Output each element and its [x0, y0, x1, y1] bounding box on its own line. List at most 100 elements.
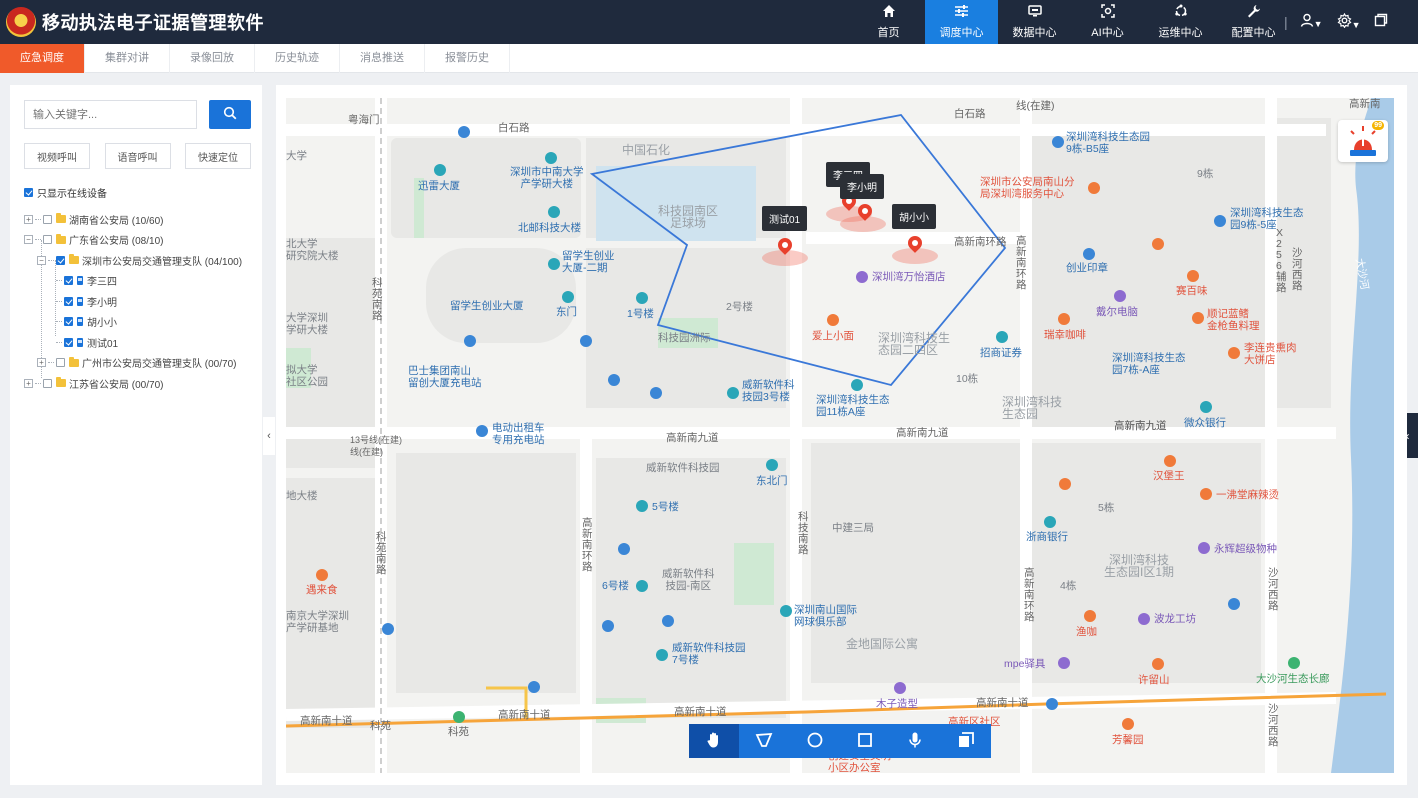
tree-node-guangzhou[interactable]: + 广州市公安局交通管理支队 (00/70)	[24, 353, 254, 374]
map-label-poi: 深圳南山国际 网球俱乐部	[794, 604, 857, 628]
user-menu[interactable]: ▼	[1300, 13, 1323, 31]
window-button[interactable]	[1374, 13, 1388, 31]
map-label-poi: 永辉超级物种	[1214, 543, 1277, 555]
parking-icon	[602, 620, 614, 632]
node-label: 广东省公安局 (08/10)	[69, 236, 164, 248]
tab-message-push[interactable]: 消息推送	[340, 44, 425, 73]
map-label-area: 深圳湾科技 生态园	[1002, 395, 1063, 421]
map-canvas[interactable]: 粤海门 白石路 白石路 线(在建) 高新南 深圳市中南大学 产学研大楼 迅雷大厦…	[286, 98, 1394, 773]
node-checkbox[interactable]	[56, 255, 65, 265]
nav-data[interactable]: 数据中心	[998, 0, 1071, 44]
map-label-road: 13号线(在建) 线(在建)	[350, 435, 403, 457]
online-only-toggle[interactable]: 只显示在线设备	[24, 185, 107, 200]
map-label-road: 高新南十道	[300, 715, 353, 727]
tab-cluster-talk[interactable]: 集群对讲	[85, 44, 170, 73]
map-label-poi: 东门	[556, 306, 577, 318]
park-icon	[1288, 657, 1300, 669]
device-checkbox[interactable]	[64, 296, 73, 306]
expand-icon[interactable]: +	[24, 214, 33, 224]
nav-config[interactable]: 配置中心	[1217, 0, 1290, 44]
settings-menu[interactable]: ▼	[1337, 12, 1360, 32]
map-label-road: 沙 河 西 路	[1292, 247, 1303, 292]
alarm-button[interactable]: 99	[1338, 120, 1388, 162]
device-icon	[77, 276, 83, 286]
layers-button[interactable]	[940, 724, 990, 758]
folder-icon	[69, 254, 79, 265]
tab-emergency-dispatch[interactable]: 应急调度	[0, 44, 85, 73]
map-label-road: 沙 河 西 路	[1268, 567, 1279, 612]
tree-node-shenzhen[interactable]: − 深圳市公安局交通管理支队 (04/100)	[24, 250, 254, 271]
tree-device[interactable]: 李小明	[24, 291, 254, 312]
cafe-icon	[1084, 610, 1096, 622]
expand-icon[interactable]: +	[24, 378, 33, 388]
map-label-poi: 电动出租车 专用充电站	[492, 422, 545, 446]
nav-dispatch[interactable]: 调度中心	[925, 0, 998, 44]
tree-node-guangdong[interactable]: − 广东省公安局 (08/10)	[24, 230, 254, 251]
sub-tabs: 应急调度 集群对讲 录像回放 历史轨迹 消息推送 报警历史	[0, 44, 1418, 73]
search-input[interactable]	[24, 100, 197, 129]
nav-dispatch-label: 调度中心	[939, 27, 984, 39]
collapse-panel-button[interactable]: ‹	[263, 417, 275, 455]
tree-connector	[56, 280, 62, 282]
search-button[interactable]	[209, 100, 251, 129]
pan-tool-button[interactable]	[689, 724, 740, 758]
tab-history-track[interactable]: 历史轨迹	[255, 44, 340, 73]
node-checkbox[interactable]	[56, 358, 65, 368]
quick-locate-button[interactable]: 快速定位	[185, 143, 251, 169]
node-checkbox[interactable]	[43, 214, 52, 224]
expand-icon[interactable]: +	[37, 358, 46, 368]
nav-ai[interactable]: AI中心	[1071, 0, 1144, 44]
map-label-poi: 留学生创业 大厦-二期	[562, 250, 615, 274]
map-label-poi: 拟大学 社区公园	[286, 364, 328, 388]
collapse-icon[interactable]: −	[24, 235, 33, 245]
tab-alarm-history[interactable]: 报警历史	[425, 44, 510, 73]
tree-device[interactable]: 胡小小	[24, 312, 254, 333]
nav-config-label: 配置中心	[1231, 27, 1276, 39]
tree-connector	[35, 218, 41, 220]
voice-call-button[interactable]: 语音呼叫	[104, 143, 171, 169]
circle-tool-button[interactable]	[790, 724, 840, 758]
map-label-poi: 深圳湾科技生态 园11栋A座	[816, 394, 890, 418]
map-label-poi: 瑞幸咖啡	[1044, 329, 1086, 341]
video-call-button[interactable]: 视频呼叫	[24, 143, 90, 169]
map-label-poi: 深圳市公安局南山分 局深圳湾服务中心	[980, 176, 1075, 200]
tree-node-jiangsu[interactable]: + 江苏省公安局 (00/70)	[24, 373, 254, 394]
map-label-poi: 5号楼	[652, 501, 679, 513]
tree-device[interactable]: 测试01	[24, 332, 254, 353]
map-label-poi: mpe驿具	[1004, 658, 1046, 670]
map-label-poi: 赛百味	[1176, 285, 1208, 297]
nav-ops[interactable]: 运维中心	[1144, 0, 1217, 44]
rectangle-tool-button[interactable]	[840, 724, 890, 758]
metro-icon	[528, 681, 540, 693]
node-label: 广州市公安局交通管理支队 (00/70)	[82, 359, 237, 371]
polygon-tool-button[interactable]	[739, 724, 789, 758]
collapse-icon[interactable]: −	[37, 255, 46, 265]
device-checkbox[interactable]	[64, 337, 73, 347]
device-icon	[77, 296, 83, 306]
node-checkbox[interactable]	[43, 235, 52, 245]
device-checkbox[interactable]	[64, 317, 73, 327]
map-label-poi: 南京大学深圳 产学研基地	[286, 610, 349, 634]
device-marker-label[interactable]: 测试01	[762, 206, 808, 231]
tree-node-hunan[interactable]: + 湖南省公安局 (10/60)	[24, 209, 254, 230]
nav-ai-label: AI中心	[1091, 27, 1124, 39]
gear-icon	[1337, 12, 1352, 32]
tree-connector	[48, 259, 54, 261]
map-label-area: 金地国际公寓	[846, 637, 919, 651]
tree-device[interactable]: 李三四	[24, 271, 254, 292]
bus-stop-icon	[382, 623, 394, 635]
map-label-road: 高 新 南 环 路	[582, 517, 593, 573]
nav-home[interactable]: 首页	[852, 0, 925, 44]
intercom-button[interactable]	[890, 724, 940, 758]
tab-video-playback[interactable]: 录像回放	[170, 44, 255, 73]
bank-icon	[1044, 516, 1056, 528]
node-checkbox[interactable]	[43, 378, 52, 388]
building-icon	[766, 459, 778, 471]
window-icon	[1374, 13, 1388, 31]
folder-icon	[56, 213, 66, 224]
device-marker-label[interactable]: 胡小小	[892, 204, 936, 229]
device-checkbox[interactable]	[64, 276, 73, 286]
device-marker-label[interactable]: 李小明	[840, 174, 884, 199]
map-label-poi: 一沸堂麻辣烫	[1216, 489, 1279, 501]
online-only-checkbox[interactable]	[24, 188, 33, 197]
